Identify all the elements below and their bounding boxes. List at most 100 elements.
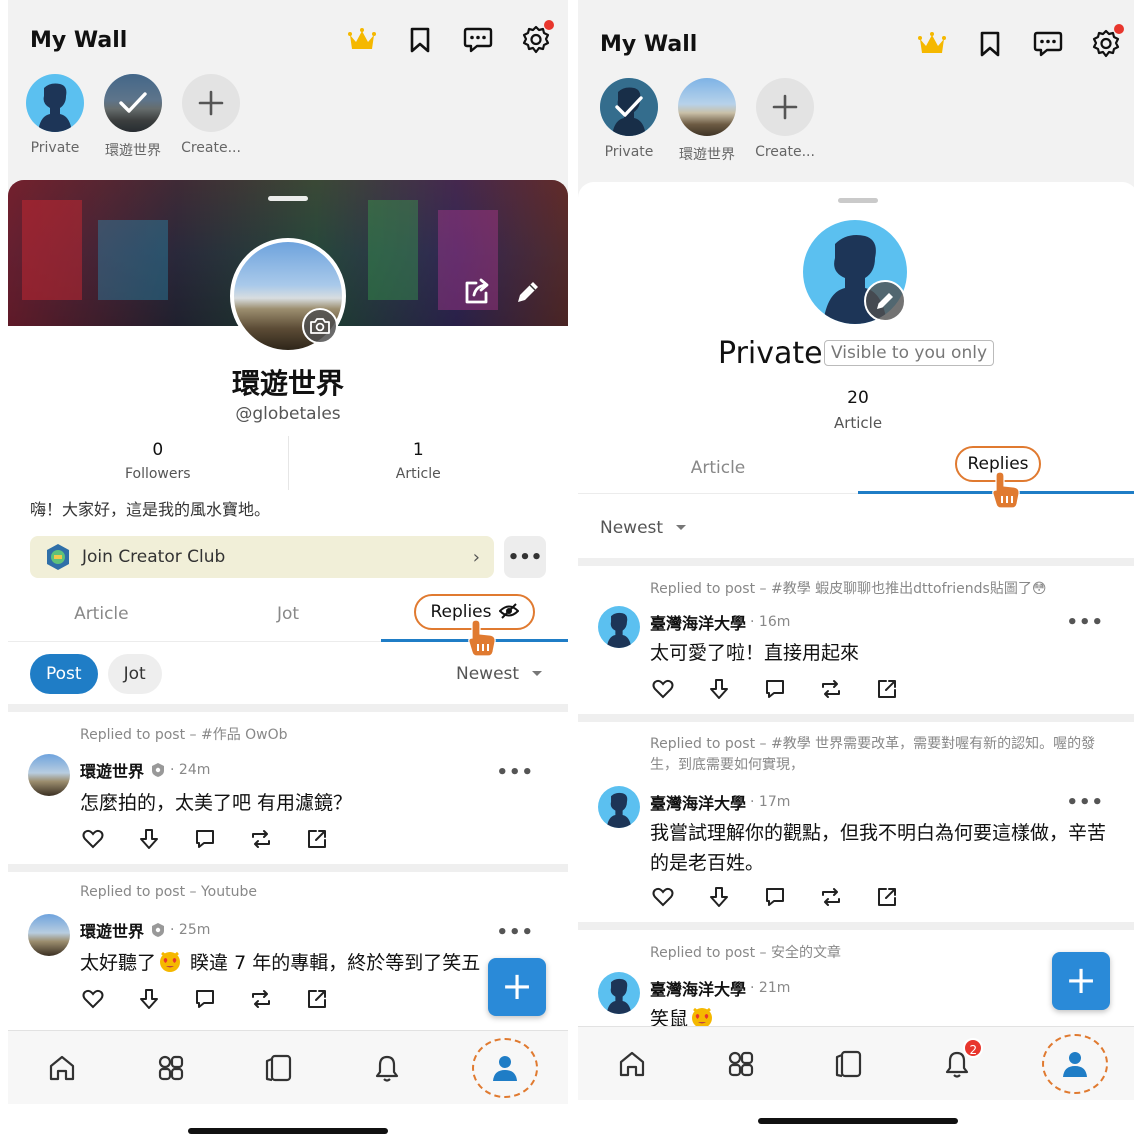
avatar[interactable] xyxy=(598,606,640,648)
create-post-button[interactable]: + xyxy=(488,958,546,1016)
external-share-icon[interactable] xyxy=(876,678,898,700)
avatar xyxy=(26,74,84,132)
nav-cards[interactable] xyxy=(825,1040,873,1088)
nav-profile[interactable] xyxy=(1041,1033,1108,1094)
drag-handle[interactable] xyxy=(268,196,308,201)
tab-article[interactable]: Article xyxy=(578,444,858,493)
avatar xyxy=(600,78,658,136)
avatar[interactable] xyxy=(598,972,640,1014)
nav-cards[interactable] xyxy=(255,1044,303,1092)
camera-icon[interactable] xyxy=(302,308,338,344)
post-text: 睽違 7 年的專輯，終於等到了笑五 xyxy=(184,952,481,974)
gear-icon[interactable] xyxy=(520,20,554,56)
gear-icon[interactable] xyxy=(1090,24,1124,60)
downvote-icon[interactable] xyxy=(708,886,730,908)
nav-notifications[interactable]: 2 xyxy=(933,1037,984,1088)
reply-context: Replied to post – 安全的文章 xyxy=(650,945,841,961)
pointing-hand-icon xyxy=(992,471,1020,509)
chat-icon[interactable] xyxy=(462,24,494,56)
hidden-eye-icon xyxy=(498,603,520,619)
cover-decor xyxy=(22,200,82,300)
nav-explore[interactable] xyxy=(717,1040,765,1088)
crown-icon[interactable] xyxy=(916,28,948,60)
repost-icon[interactable] xyxy=(820,886,842,908)
nav-explore[interactable] xyxy=(147,1044,195,1092)
list-item[interactable]: Replied to post – #作品 OwOb 環遊世界 · 24m ••… xyxy=(8,712,568,862)
author-name: 臺灣海洋大學 xyxy=(650,794,747,813)
wall-private[interactable]: Private xyxy=(24,74,86,160)
external-share-icon[interactable] xyxy=(876,886,898,908)
repost-icon[interactable] xyxy=(250,988,272,1010)
avatar[interactable] xyxy=(28,914,70,956)
repost-icon[interactable] xyxy=(250,828,272,850)
stat-followers[interactable]: 0 Followers xyxy=(28,436,288,490)
downvote-icon[interactable] xyxy=(138,828,160,850)
nav-profile[interactable] xyxy=(471,1037,538,1098)
post-more-icon[interactable]: ••• xyxy=(1066,612,1104,633)
wall-create[interactable]: Create... xyxy=(180,74,242,160)
comment-icon[interactable] xyxy=(764,678,786,700)
list-item[interactable]: Replied to post – #教學 世界需要改革，需要對喔有新的認知。喔… xyxy=(578,722,1134,922)
downvote-icon[interactable] xyxy=(708,678,730,700)
post-author[interactable]: 臺灣海洋大學 · 17m xyxy=(650,790,790,814)
downvote-icon[interactable] xyxy=(138,988,160,1010)
join-creator-club-button[interactable]: Join Creator Club › xyxy=(30,536,494,578)
stat-articles[interactable]: 20 Article xyxy=(578,388,1134,432)
external-share-icon[interactable] xyxy=(306,988,328,1010)
sort-dropdown[interactable]: Newest xyxy=(456,664,544,684)
post-more-icon[interactable]: ••• xyxy=(1066,792,1104,813)
stat-articles[interactable]: 1 Article xyxy=(287,436,549,490)
post-author[interactable]: 環遊世界 · 25m xyxy=(80,918,210,942)
bottom-nav xyxy=(8,1030,568,1104)
repost-icon[interactable] xyxy=(820,678,842,700)
post-author[interactable]: 臺灣海洋大學 · 21m xyxy=(650,976,790,1000)
drag-handle[interactable] xyxy=(838,198,878,203)
comment-icon[interactable] xyxy=(194,828,216,850)
share-icon[interactable] xyxy=(462,278,492,306)
pencil-icon[interactable] xyxy=(864,280,906,322)
nav-home[interactable] xyxy=(608,1040,656,1088)
profile-stats: 0 Followers 1 Article xyxy=(28,436,548,490)
sort-dropdown[interactable]: Newest xyxy=(600,518,688,538)
post-author[interactable]: 臺灣海洋大學 · 16m xyxy=(650,610,790,634)
create-post-button[interactable]: + xyxy=(1052,952,1110,1010)
filter-post[interactable]: Post xyxy=(30,654,98,694)
avatar[interactable] xyxy=(28,754,70,796)
post-more-icon[interactable]: ••• xyxy=(496,762,534,783)
heart-icon[interactable] xyxy=(82,828,104,850)
top-icons xyxy=(346,20,554,56)
divider xyxy=(578,922,1134,930)
list-item[interactable]: Replied to post – Youtube 環遊世界 · 25m •••… xyxy=(8,872,568,1022)
visibility-badge: Visible to you only xyxy=(824,340,995,366)
wall-globetales[interactable]: 環遊世界 xyxy=(676,78,738,164)
external-share-icon[interactable] xyxy=(306,828,328,850)
heart-icon[interactable] xyxy=(652,678,674,700)
pointing-hand-icon xyxy=(468,619,496,657)
more-button[interactable]: ••• xyxy=(504,536,546,578)
bookmark-icon[interactable] xyxy=(404,24,436,56)
verified-icon xyxy=(152,763,165,777)
wall-globetales[interactable]: 環遊世界 xyxy=(102,74,164,160)
crown-icon[interactable] xyxy=(346,24,378,56)
wall-create[interactable]: Create... xyxy=(754,78,816,164)
pencil-icon[interactable] xyxy=(514,278,542,306)
chat-icon[interactable] xyxy=(1032,28,1064,60)
home-indicator xyxy=(188,1128,388,1134)
cover-actions xyxy=(462,278,542,306)
comment-icon[interactable] xyxy=(764,886,786,908)
wall-private[interactable]: Private xyxy=(598,78,660,164)
heart-icon[interactable] xyxy=(652,886,674,908)
heart-icon[interactable] xyxy=(82,988,104,1010)
post-author[interactable]: 環遊世界 · 24m xyxy=(80,758,210,782)
bookmark-icon[interactable] xyxy=(974,28,1006,60)
tab-jot[interactable]: Jot xyxy=(195,594,382,641)
nav-notifications[interactable] xyxy=(363,1044,411,1092)
tab-article[interactable]: Article xyxy=(8,594,195,641)
comment-icon[interactable] xyxy=(194,988,216,1010)
list-item[interactable]: Replied to post – 安全的文章 臺灣海洋大學 · 21m 笑鼠 xyxy=(578,930,1134,1030)
avatar[interactable] xyxy=(598,786,640,828)
post-more-icon[interactable]: ••• xyxy=(496,922,534,943)
nav-home[interactable] xyxy=(38,1044,86,1092)
list-item[interactable]: Replied to post – #教學 蝦皮聊聊也推出dttofriends… xyxy=(578,566,1134,716)
filter-jot[interactable]: Jot xyxy=(107,654,162,694)
